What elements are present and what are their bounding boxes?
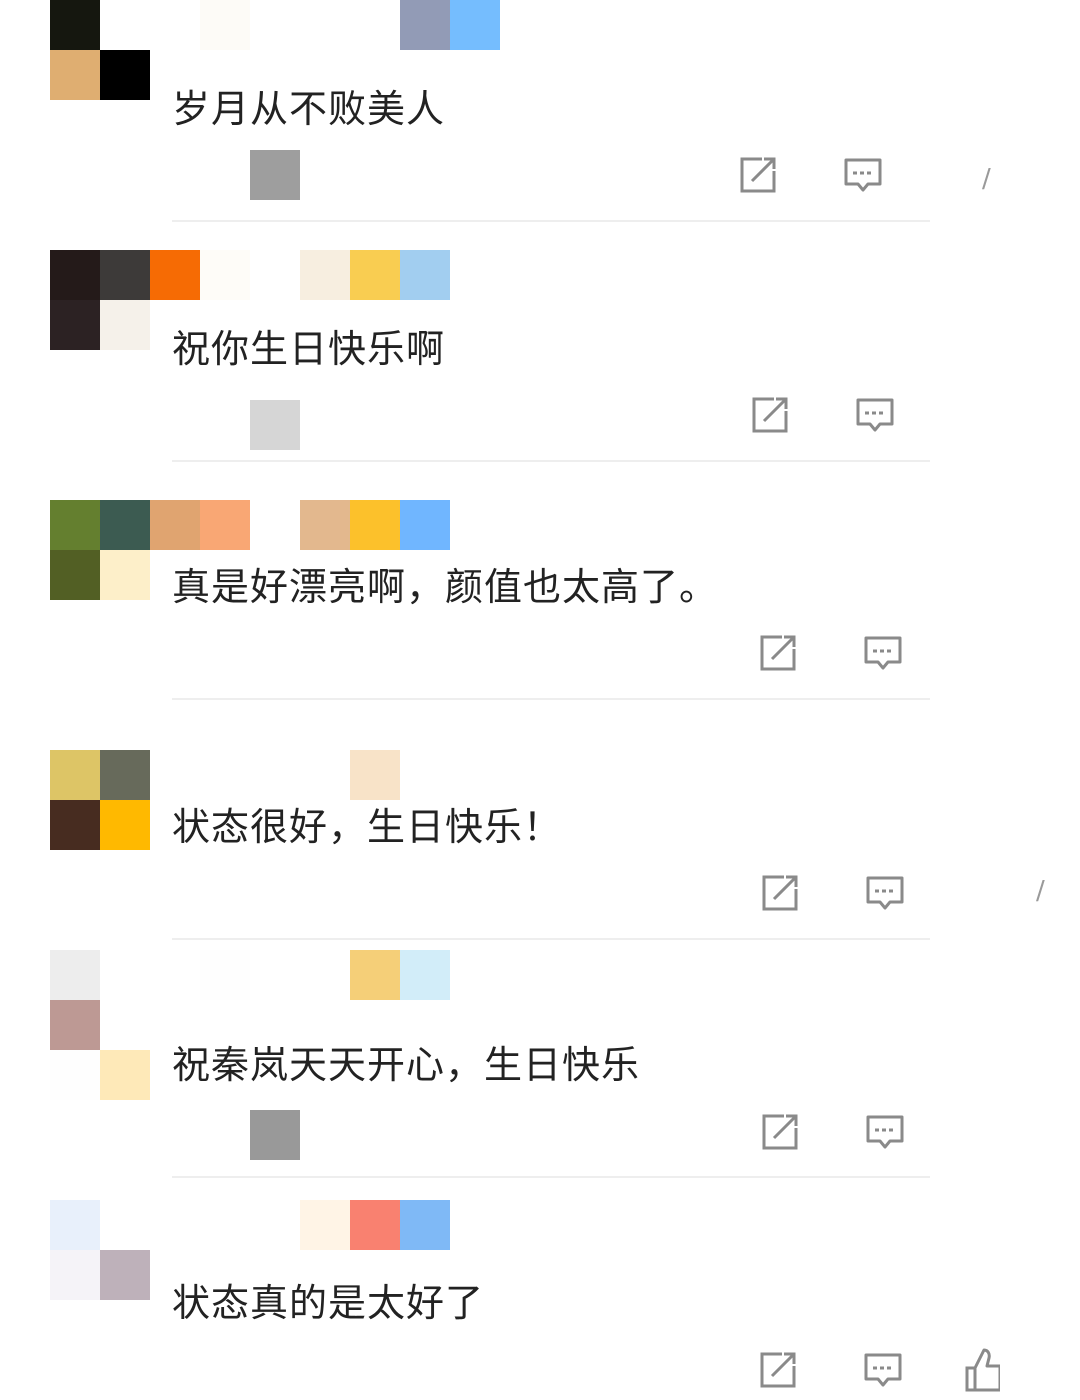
comment-item: 真是好漂亮啊，颜值也太高了。 xyxy=(0,500,1080,739)
reply-button[interactable] xyxy=(863,1350,903,1390)
comment-item: 岁月从不败美人 / xyxy=(0,0,1080,239)
divider xyxy=(172,698,930,700)
avatar[interactable] xyxy=(50,950,150,1100)
divider xyxy=(172,1176,930,1178)
like-icon xyxy=(965,1348,1000,1392)
username[interactable] xyxy=(150,250,450,300)
comment-item: 祝秦岚天天开心，生日快乐 xyxy=(0,950,1080,1189)
avatar[interactable] xyxy=(50,0,150,100)
comment-text: 真是好漂亮啊，颜值也太高了。 xyxy=(172,565,719,609)
share-icon xyxy=(760,1352,796,1388)
edge-fragment: / xyxy=(982,164,991,194)
share-button[interactable] xyxy=(738,155,778,195)
comment-text: 祝你生日快乐啊 xyxy=(172,327,446,371)
reply-button[interactable] xyxy=(843,155,883,195)
comment-timestamp xyxy=(250,1110,300,1160)
edge-fragment: / xyxy=(1036,876,1045,906)
reply-icon xyxy=(864,1353,902,1387)
avatar[interactable] xyxy=(50,750,150,850)
reply-button[interactable] xyxy=(863,633,903,673)
comment-text: 祝秦岚天天开心，生日快乐 xyxy=(172,1043,641,1087)
reply-icon xyxy=(866,1115,904,1149)
like-button[interactable] xyxy=(964,1346,1000,1392)
username[interactable] xyxy=(150,500,450,550)
share-button[interactable] xyxy=(750,395,790,435)
share-icon xyxy=(752,397,788,433)
username[interactable] xyxy=(150,950,450,1000)
reply-icon xyxy=(856,398,894,432)
avatar[interactable] xyxy=(50,500,150,600)
avatar[interactable] xyxy=(50,250,150,350)
share-button[interactable] xyxy=(758,633,798,673)
comment-item: 状态真的是太好了 xyxy=(0,1200,1080,1400)
share-button[interactable] xyxy=(758,1350,798,1390)
share-button[interactable] xyxy=(760,1112,800,1152)
share-icon xyxy=(740,157,776,193)
comment-text: 岁月从不败美人 xyxy=(172,87,446,131)
divider xyxy=(172,460,930,462)
reply-button[interactable] xyxy=(865,873,905,913)
share-button[interactable] xyxy=(760,873,800,913)
comment-text: 状态真的是太好了 xyxy=(172,1281,485,1325)
divider xyxy=(172,220,930,222)
comment-text: 状态很好，生日快乐！ xyxy=(172,805,563,849)
username[interactable] xyxy=(150,750,450,800)
reply-button[interactable] xyxy=(855,395,895,435)
share-icon xyxy=(760,635,796,671)
comment-item: 祝你生日快乐啊 xyxy=(0,250,1080,489)
reply-icon xyxy=(866,876,904,910)
comment-timestamp xyxy=(250,400,300,450)
reply-icon xyxy=(864,636,902,670)
username[interactable] xyxy=(150,1200,450,1250)
divider xyxy=(172,938,930,940)
comment-timestamp xyxy=(250,150,300,200)
reply-icon xyxy=(844,158,882,192)
avatar[interactable] xyxy=(50,1200,150,1300)
share-icon xyxy=(762,875,798,911)
share-icon xyxy=(762,1114,798,1150)
reply-button[interactable] xyxy=(865,1112,905,1152)
username[interactable] xyxy=(150,0,500,50)
